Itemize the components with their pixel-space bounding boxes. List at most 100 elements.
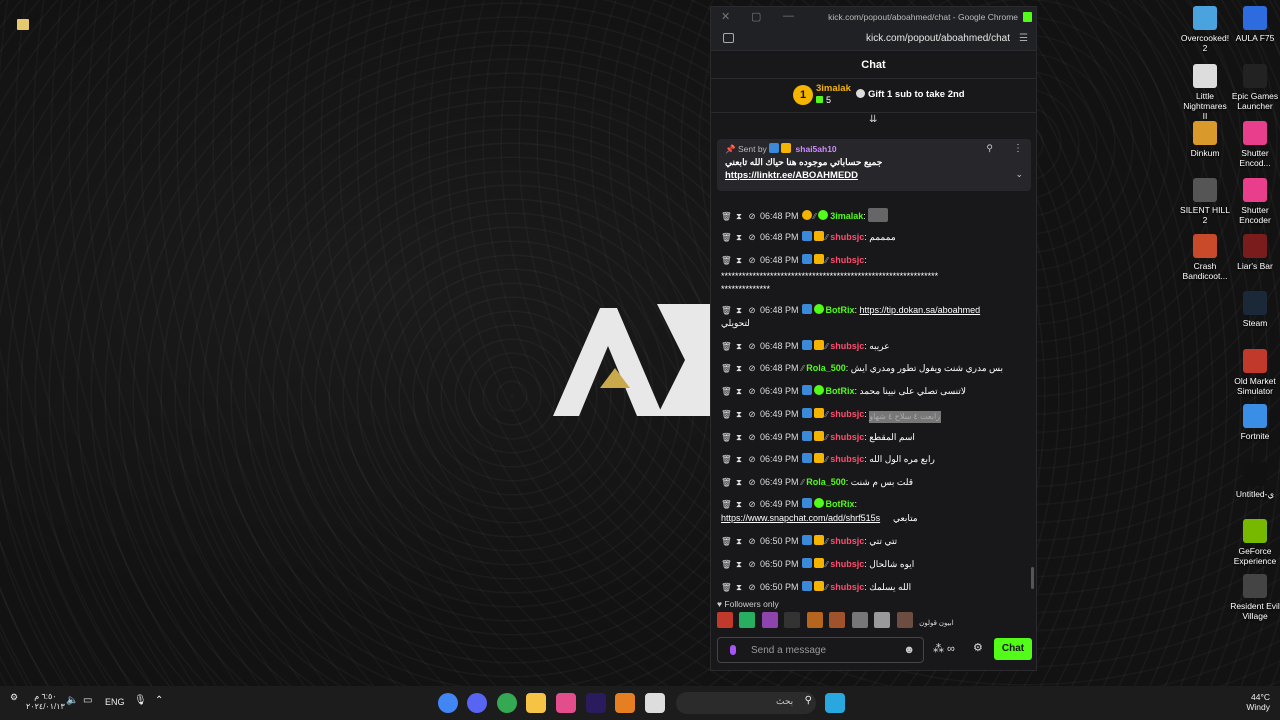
ban-icon[interactable]: ⊘ [747, 385, 757, 397]
ban-icon[interactable]: ⊘ [747, 210, 757, 222]
windows-start-icon[interactable] [825, 693, 845, 713]
message-username[interactable]: shubsjc [830, 341, 864, 351]
pinned-link[interactable]: https://linktr.ee/ABOAHMEDD [725, 170, 1023, 181]
desktop-shortcut[interactable]: Shutter Encoder [1230, 178, 1280, 225]
timeout-icon[interactable]: ⧗ [734, 431, 744, 443]
delete-icon[interactable]: 🗑 [721, 210, 732, 222]
timeout-icon[interactable]: ⧗ [734, 231, 744, 243]
gear-icon[interactable]: ⚙ [973, 641, 983, 654]
message-username[interactable]: BotRix [826, 499, 855, 509]
scroll-down-icon[interactable]: ⇊ [869, 114, 877, 125]
timeout-icon[interactable]: ⧗ [734, 304, 744, 316]
message-username[interactable]: shubsjc [830, 409, 864, 419]
message-username[interactable]: Rola_500 [806, 363, 846, 373]
window-icon[interactable] [645, 693, 665, 713]
timeout-icon[interactable]: ⧗ [734, 340, 744, 352]
delete-icon[interactable]: 🗑 [721, 558, 732, 570]
chevron-up-icon[interactable]: ⌃ [155, 695, 163, 706]
points-infinity-icon[interactable]: ⁂ ∞ [933, 642, 955, 655]
ban-icon[interactable]: ⊘ [747, 476, 757, 488]
chevron-down-icon[interactable]: ⌄ [1015, 169, 1023, 180]
desktop-folder-icon[interactable] [17, 19, 29, 30]
pinned-user[interactable]: shai5ah10 [796, 144, 837, 154]
ban-icon[interactable]: ⊘ [747, 408, 757, 420]
ban-icon[interactable]: ⊘ [747, 304, 757, 316]
message-input[interactable]: Send a message ☻ [717, 637, 924, 663]
desktop-shortcut[interactable]: GeForce Experience [1230, 519, 1280, 566]
delete-icon[interactable]: 🗑 [721, 431, 732, 443]
ban-icon[interactable]: ⊘ [747, 558, 757, 570]
delete-icon[interactable]: 🗑 [721, 476, 732, 488]
delete-icon[interactable]: 🗑 [721, 581, 732, 593]
minimize-icon[interactable]: — [783, 10, 794, 22]
emote[interactable] [761, 612, 778, 628]
timeout-icon[interactable]: ⧗ [734, 385, 744, 397]
ban-icon[interactable]: ⊘ [747, 431, 757, 443]
emote[interactable] [868, 208, 889, 222]
ban-icon[interactable]: ⊘ [747, 535, 757, 547]
desktop-shortcut[interactable]: Crash Bandicoot... [1180, 234, 1230, 281]
app-icon[interactable] [615, 693, 635, 713]
desktop-shortcut[interactable]: Fortnite [1230, 404, 1280, 441]
chrome-icon[interactable] [438, 693, 458, 713]
network-icon[interactable]: ▭ [83, 695, 92, 706]
desktop-shortcut[interactable]: SILENT HILL 2 [1180, 178, 1230, 225]
desktop-shortcut[interactable]: Overcooked! 2 [1180, 6, 1230, 53]
desktop-shortcut[interactable]: Untitled-ي [1230, 462, 1280, 499]
timeout-icon[interactable]: ⧗ [734, 362, 744, 374]
leaderboard-name[interactable]: 3imalak [816, 83, 851, 94]
desktop-shortcut[interactable]: Little Nightmares II [1180, 64, 1230, 121]
delete-icon[interactable]: 🗑 [721, 385, 732, 397]
mic-tray-icon[interactable]: 🎙 [134, 695, 147, 706]
close-icon[interactable]: ✕ [721, 10, 730, 23]
message-username[interactable]: shubsjc [830, 232, 864, 242]
timeout-icon[interactable]: ⧗ [734, 453, 744, 465]
ban-icon[interactable]: ⊘ [747, 453, 757, 465]
message-username[interactable]: shubsjc [830, 582, 864, 592]
message-username[interactable]: shubsjc [830, 454, 864, 464]
microphone-icon[interactable] [730, 645, 736, 655]
emoji-icon[interactable]: ☻ [903, 644, 915, 656]
delete-icon[interactable]: 🗑 [721, 453, 732, 465]
ban-icon[interactable]: ⊘ [747, 581, 757, 593]
emote-label[interactable]: ابيون قولون [919, 619, 954, 627]
ban-icon[interactable]: ⊘ [747, 231, 757, 243]
desktop-shortcut[interactable]: Epic Games Launcher [1230, 64, 1280, 111]
timeout-icon[interactable]: ⧗ [734, 498, 744, 510]
delete-icon[interactable]: 🗑 [721, 304, 732, 316]
pin-toggle-icon[interactable]: ⚲ [986, 143, 993, 154]
message-username[interactable]: shubsjc [830, 255, 864, 265]
emote[interactable] [717, 612, 733, 628]
settings-sliders-icon[interactable]: ☰ [1019, 33, 1028, 44]
taskbar-search[interactable]: بحث ⚲ [676, 692, 816, 714]
delete-icon[interactable]: 🗑 [721, 408, 732, 420]
photos-icon[interactable] [556, 693, 576, 713]
scrollbar[interactable] [1031, 567, 1034, 589]
speaker-icon[interactable]: 🔈 [66, 695, 78, 706]
url-text[interactable]: kick.com/popout/aboahmed/chat [866, 33, 1010, 44]
delete-icon[interactable]: 🗑 [721, 340, 732, 352]
message-username[interactable]: BotRix [826, 305, 855, 315]
message-username[interactable]: shubsjc [830, 536, 864, 546]
gift-sub-button[interactable]: Gift 1 sub to take 2nd [856, 89, 965, 100]
chrome-profile-icon[interactable] [497, 693, 517, 713]
ban-icon[interactable]: ⊘ [747, 362, 757, 374]
more-options-icon[interactable]: ⋮ [1013, 143, 1023, 154]
tab-icon[interactable] [723, 33, 734, 43]
emote[interactable] [739, 612, 756, 628]
desktop-shortcut[interactable]: Resident Evil Village [1230, 574, 1280, 621]
desktop-shortcut[interactable]: Old Market Simulator [1230, 349, 1280, 396]
message-username[interactable]: shubsjc [830, 559, 864, 569]
desktop-shortcut[interactable]: Dinkum [1180, 121, 1230, 158]
delete-icon[interactable]: 🗑 [721, 254, 732, 266]
emote[interactable] [874, 612, 891, 628]
message-username[interactable]: Rola_500 [806, 477, 846, 487]
language-indicator[interactable]: ENG [105, 697, 125, 707]
message-username[interactable]: 3imalak [830, 211, 863, 221]
weather-widget[interactable]: 44°C Windy [1246, 692, 1270, 712]
gear-icon[interactable]: ⚙ [10, 692, 18, 703]
timeout-icon[interactable]: ⧗ [734, 535, 744, 547]
premiere-pro-icon[interactable] [586, 693, 606, 713]
emote[interactable] [806, 612, 823, 628]
delete-icon[interactable]: 🗑 [721, 535, 732, 547]
